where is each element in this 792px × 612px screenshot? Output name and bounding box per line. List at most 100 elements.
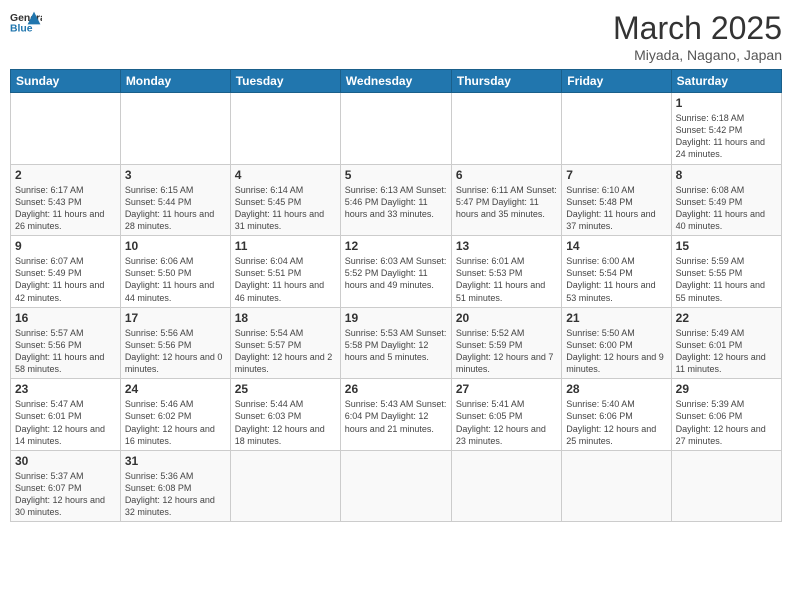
day-number: 14 bbox=[566, 239, 666, 253]
title-block: March 2025 Miyada, Nagano, Japan bbox=[613, 10, 782, 63]
calendar-cell: 25Sunrise: 5:44 AM Sunset: 6:03 PM Dayli… bbox=[230, 379, 340, 451]
day-number: 30 bbox=[15, 454, 116, 468]
day-info: Sunrise: 6:13 AM Sunset: 5:46 PM Dayligh… bbox=[345, 184, 447, 220]
calendar-cell: 28Sunrise: 5:40 AM Sunset: 6:06 PM Dayli… bbox=[562, 379, 671, 451]
calendar-cell: 13 Sunrise: 6:01 AM Sunset: 5:53 PM Dayli… bbox=[451, 236, 561, 308]
day-info: Sunrise: 6:14 AM Sunset: 5:45 PM Dayligh… bbox=[235, 184, 336, 233]
day-info: Sunrise: 5:47 AM Sunset: 6:01 PM Dayligh… bbox=[15, 398, 116, 447]
day-info: Sunrise: 6:01 AM Sunset: 5:53 PM Dayligh… bbox=[456, 255, 557, 304]
day-info: Sunrise: 6:17 AM Sunset: 5:43 PM Dayligh… bbox=[15, 184, 116, 233]
day-info: Sunrise: 5:59 AM Sunset: 5:55 PM Dayligh… bbox=[676, 255, 777, 304]
day-number: 1 bbox=[676, 96, 777, 110]
col-thursday: Thursday bbox=[451, 70, 561, 93]
calendar-cell: 19Sunrise: 5:53 AM Sunset: 5:58 PM Dayli… bbox=[340, 307, 451, 379]
calendar-cell bbox=[120, 93, 230, 165]
col-friday: Friday bbox=[562, 70, 671, 93]
col-monday: Monday bbox=[120, 70, 230, 93]
day-info: Sunrise: 5:56 AM Sunset: 5:56 PM Dayligh… bbox=[125, 327, 226, 376]
day-number: 25 bbox=[235, 382, 336, 396]
calendar-cell: 17 Sunrise: 5:56 AM Sunset: 5:56 PM Dayli… bbox=[120, 307, 230, 379]
calendar-cell: 24 Sunrise: 5:46 AM Sunset: 6:02 PM Dayli… bbox=[120, 379, 230, 451]
day-number: 5 bbox=[345, 168, 447, 182]
day-info: Sunrise: 6:15 AM Sunset: 5:44 PM Dayligh… bbox=[125, 184, 226, 233]
day-number: 6 bbox=[456, 168, 557, 182]
day-info: Sunrise: 5:50 AM Sunset: 6:00 PM Dayligh… bbox=[566, 327, 666, 376]
day-info: Sunrise: 6:03 AM Sunset: 5:52 PM Dayligh… bbox=[345, 255, 447, 291]
calendar-table: Sunday Monday Tuesday Wednesday Thursday… bbox=[10, 69, 782, 522]
calendar-cell: 9 Sunrise: 6:07 AM Sunset: 5:49 PM Daylig… bbox=[11, 236, 121, 308]
calendar-cell: 21 Sunrise: 5:50 AM Sunset: 6:00 PM Dayli… bbox=[562, 307, 671, 379]
calendar-cell: 31Sunrise: 5:36 AM Sunset: 6:08 PM Dayli… bbox=[120, 450, 230, 522]
day-info: Sunrise: 5:49 AM Sunset: 6:01 PM Dayligh… bbox=[676, 327, 777, 376]
day-info: Sunrise: 6:00 AM Sunset: 5:54 PM Dayligh… bbox=[566, 255, 666, 304]
day-info: Sunrise: 6:18 AM Sunset: 5:42 PM Dayligh… bbox=[676, 112, 777, 161]
subtitle: Miyada, Nagano, Japan bbox=[613, 47, 782, 63]
calendar-cell bbox=[451, 93, 561, 165]
day-info: Sunrise: 5:46 AM Sunset: 6:02 PM Dayligh… bbox=[125, 398, 226, 447]
day-info: Sunrise: 6:10 AM Sunset: 5:48 PM Dayligh… bbox=[566, 184, 666, 233]
day-number: 4 bbox=[235, 168, 336, 182]
calendar-cell: 15 Sunrise: 5:59 AM Sunset: 5:55 PM Dayli… bbox=[671, 236, 781, 308]
calendar-week-3: 9 Sunrise: 6:07 AM Sunset: 5:49 PM Daylig… bbox=[11, 236, 782, 308]
calendar-cell: 22Sunrise: 5:49 AM Sunset: 6:01 PM Dayli… bbox=[671, 307, 781, 379]
calendar-cell bbox=[340, 450, 451, 522]
day-info: Sunrise: 5:52 AM Sunset: 5:59 PM Dayligh… bbox=[456, 327, 557, 376]
day-number: 7 bbox=[566, 168, 666, 182]
day-number: 3 bbox=[125, 168, 226, 182]
col-saturday: Saturday bbox=[671, 70, 781, 93]
col-sunday: Sunday bbox=[11, 70, 121, 93]
calendar-cell bbox=[562, 450, 671, 522]
calendar-header-row: Sunday Monday Tuesday Wednesday Thursday… bbox=[11, 70, 782, 93]
day-number: 23 bbox=[15, 382, 116, 396]
calendar-week-6: 30 Sunrise: 5:37 AM Sunset: 6:07 PM Dayli… bbox=[11, 450, 782, 522]
day-info: Sunrise: 6:07 AM Sunset: 5:49 PM Dayligh… bbox=[15, 255, 116, 304]
day-number: 13 bbox=[456, 239, 557, 253]
calendar-cell: 29 Sunrise: 5:39 AM Sunset: 6:06 PM Dayli… bbox=[671, 379, 781, 451]
calendar-cell: 16Sunrise: 5:57 AM Sunset: 5:56 PM Dayli… bbox=[11, 307, 121, 379]
calendar-cell: 7 Sunrise: 6:10 AM Sunset: 5:48 PM Daylig… bbox=[562, 164, 671, 236]
calendar-cell: 3 Sunrise: 6:15 AM Sunset: 5:44 PM Daylig… bbox=[120, 164, 230, 236]
day-number: 18 bbox=[235, 311, 336, 325]
day-info: Sunrise: 5:39 AM Sunset: 6:06 PM Dayligh… bbox=[676, 398, 777, 447]
day-number: 21 bbox=[566, 311, 666, 325]
calendar-cell bbox=[451, 450, 561, 522]
day-number: 17 bbox=[125, 311, 226, 325]
calendar-cell bbox=[230, 93, 340, 165]
calendar-cell bbox=[340, 93, 451, 165]
calendar-cell: 5 Sunrise: 6:13 AM Sunset: 5:46 PM Daylig… bbox=[340, 164, 451, 236]
calendar-cell: 6Sunrise: 6:11 AM Sunset: 5:47 PM Daylig… bbox=[451, 164, 561, 236]
calendar-week-4: 16Sunrise: 5:57 AM Sunset: 5:56 PM Dayli… bbox=[11, 307, 782, 379]
calendar-cell bbox=[562, 93, 671, 165]
calendar-cell: 20Sunrise: 5:52 AM Sunset: 5:59 PM Dayli… bbox=[451, 307, 561, 379]
day-info: Sunrise: 5:43 AM Sunset: 6:04 PM Dayligh… bbox=[345, 398, 447, 434]
logo: General Blue bbox=[10, 10, 42, 38]
day-info: Sunrise: 5:37 AM Sunset: 6:07 PM Dayligh… bbox=[15, 470, 116, 519]
calendar-cell: 8 Sunrise: 6:08 AM Sunset: 5:49 PM Daylig… bbox=[671, 164, 781, 236]
calendar-cell: 10Sunrise: 6:06 AM Sunset: 5:50 PM Dayli… bbox=[120, 236, 230, 308]
day-number: 16 bbox=[15, 311, 116, 325]
day-number: 11 bbox=[235, 239, 336, 253]
day-number: 26 bbox=[345, 382, 447, 396]
day-info: Sunrise: 6:04 AM Sunset: 5:51 PM Dayligh… bbox=[235, 255, 336, 304]
calendar-week-1: 1 Sunrise: 6:18 AM Sunset: 5:42 PM Daylig… bbox=[11, 93, 782, 165]
day-number: 8 bbox=[676, 168, 777, 182]
day-info: Sunrise: 5:41 AM Sunset: 6:05 PM Dayligh… bbox=[456, 398, 557, 447]
day-number: 15 bbox=[676, 239, 777, 253]
header: General Blue March 2025 Miyada, Nagano, … bbox=[10, 10, 782, 63]
day-number: 2 bbox=[15, 168, 116, 182]
calendar-cell: 4 Sunrise: 6:14 AM Sunset: 5:45 PM Daylig… bbox=[230, 164, 340, 236]
svg-text:Blue: Blue bbox=[10, 24, 33, 35]
day-number: 29 bbox=[676, 382, 777, 396]
calendar-cell: 27 Sunrise: 5:41 AM Sunset: 6:05 PM Dayli… bbox=[451, 379, 561, 451]
day-number: 10 bbox=[125, 239, 226, 253]
day-number: 9 bbox=[15, 239, 116, 253]
calendar-cell: 23 Sunrise: 5:47 AM Sunset: 6:01 PM Dayli… bbox=[11, 379, 121, 451]
logo-icon: General Blue bbox=[10, 10, 42, 38]
day-number: 24 bbox=[125, 382, 226, 396]
calendar-cell bbox=[671, 450, 781, 522]
day-info: Sunrise: 6:08 AM Sunset: 5:49 PM Dayligh… bbox=[676, 184, 777, 233]
day-number: 27 bbox=[456, 382, 557, 396]
month-title: March 2025 bbox=[613, 10, 782, 47]
calendar-cell: 14 Sunrise: 6:00 AM Sunset: 5:54 PM Dayli… bbox=[562, 236, 671, 308]
calendar-cell bbox=[11, 93, 121, 165]
